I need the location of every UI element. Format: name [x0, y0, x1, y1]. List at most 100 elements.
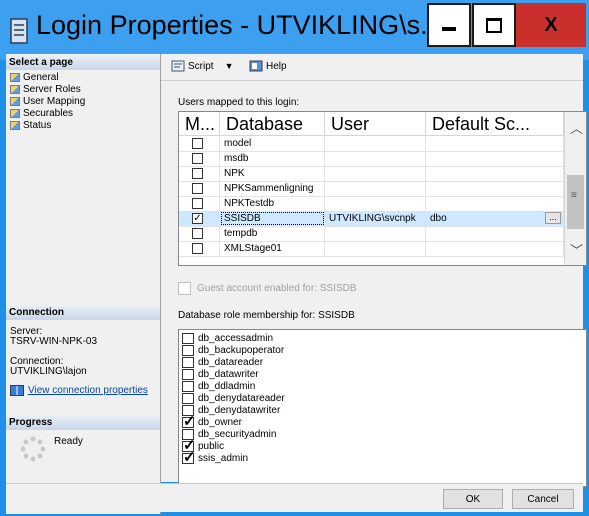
schema-ellipsis-button[interactable]: ...	[545, 212, 561, 224]
role-checkbox[interactable]: ✓	[182, 414, 196, 429]
ok-button[interactable]: OK	[443, 489, 503, 509]
default-schema-cell[interactable]	[426, 181, 564, 196]
default-schema-cell[interactable]	[426, 196, 564, 211]
progress-header: Progress	[6, 416, 160, 430]
role-item[interactable]: db_datawriter	[179, 368, 259, 380]
left-panel: Select a page General Server Roles User …	[6, 54, 161, 514]
table-row[interactable]: NPKTestdb	[179, 196, 564, 212]
vertical-scrollbar[interactable]: ︿ ≡ ﹀	[564, 112, 586, 265]
table-row[interactable]: XMLStage01	[179, 241, 564, 257]
default-schema-cell[interactable]	[426, 151, 564, 166]
help-button[interactable]: Help	[249, 60, 287, 72]
database-cell[interactable]: NPK	[220, 166, 325, 181]
scroll-down-icon[interactable]: ﹀	[570, 240, 583, 259]
role-checkbox[interactable]	[182, 392, 194, 404]
default-schema-cell[interactable]: dbo	[426, 211, 564, 226]
default-schema-cell[interactable]	[426, 241, 564, 256]
table-row[interactable]: msdb	[179, 151, 564, 167]
map-checkbox[interactable]	[192, 138, 203, 149]
users-mapped-grid[interactable]: M... Database User Default Sc... model ms…	[178, 111, 587, 266]
user-cell[interactable]	[325, 241, 426, 256]
column-header-user[interactable]: User	[325, 112, 426, 136]
database-cell[interactable]: SSISDB	[220, 211, 325, 226]
default-schema-cell[interactable]	[426, 136, 564, 151]
select-page-header: Select a page	[6, 56, 160, 70]
view-connection-link[interactable]: View connection properties	[28, 385, 148, 396]
cancel-button[interactable]: Cancel	[512, 489, 574, 509]
user-cell[interactable]: UTVIKLING\svcnpk	[325, 211, 426, 226]
database-cell[interactable]: NPKSammenligning	[220, 181, 325, 196]
script-dropdown-icon[interactable]: ▼	[225, 61, 234, 71]
role-checkbox[interactable]	[182, 356, 194, 368]
script-button[interactable]: Script ▼	[171, 60, 233, 72]
minimize-button[interactable]	[427, 3, 471, 47]
window-app-icon	[10, 18, 28, 44]
page-item-status[interactable]: Status	[10, 120, 51, 131]
map-cell	[179, 226, 220, 241]
database-cell[interactable]: tempdb	[220, 226, 325, 241]
map-checkbox[interactable]	[192, 153, 203, 164]
role-item[interactable]: db_accessadmin	[179, 332, 273, 344]
maximize-button[interactable]	[472, 3, 516, 47]
map-checkbox[interactable]: ✓	[192, 213, 203, 224]
scroll-up-icon[interactable]: ︿	[570, 118, 583, 137]
map-checkbox[interactable]	[192, 228, 203, 239]
column-header-database[interactable]: Database	[220, 112, 325, 136]
role-checkbox[interactable]	[182, 332, 194, 344]
role-item[interactable]: db_datareader	[179, 356, 263, 368]
map-cell	[179, 181, 220, 196]
default-schema-cell[interactable]	[426, 166, 564, 181]
guest-checkbox-box[interactable]	[178, 282, 191, 295]
column-header-map[interactable]: M...	[179, 112, 220, 136]
user-cell[interactable]	[325, 151, 426, 166]
map-checkbox[interactable]	[192, 168, 203, 179]
user-cell[interactable]	[325, 136, 426, 151]
database-cell[interactable]: model	[220, 136, 325, 151]
map-cell	[179, 166, 220, 181]
role-name: ssis_admin	[198, 452, 249, 464]
progress-status: Ready	[54, 436, 83, 447]
role-item[interactable]: ✓ db_owner	[179, 414, 242, 429]
page-item-general[interactable]: General	[10, 72, 59, 83]
map-checkbox[interactable]	[192, 183, 203, 194]
map-cell	[179, 196, 220, 211]
scroll-thumb[interactable]	[567, 175, 584, 229]
table-row[interactable]: ✓ SSISDB UTVIKLING\svcnpk dbo...	[179, 211, 564, 227]
title-bar[interactable]: Login Properties - UTVIKLING\s... X	[0, 0, 589, 60]
role-checkbox[interactable]	[182, 344, 194, 356]
user-cell[interactable]	[325, 226, 426, 241]
page-item-server-roles[interactable]: Server Roles	[10, 84, 81, 95]
map-checkbox[interactable]	[192, 243, 203, 254]
default-schema-cell[interactable]	[426, 226, 564, 241]
database-cell[interactable]: msdb	[220, 151, 325, 166]
database-cell[interactable]: XMLStage01	[220, 241, 325, 256]
map-checkbox[interactable]	[192, 198, 203, 209]
role-item[interactable]: ✓ ssis_admin	[179, 450, 249, 465]
user-cell[interactable]	[325, 166, 426, 181]
page-item-user-mapping[interactable]: User Mapping	[10, 96, 85, 107]
guest-account-checkbox[interactable]: Guest account enabled for: SSISDB	[178, 282, 357, 295]
role-checkbox[interactable]	[182, 368, 194, 380]
user-cell[interactable]	[325, 181, 426, 196]
main-panel: Script ▼ Help Users mapped to this login…	[161, 54, 587, 487]
table-row[interactable]: NPKSammenligning	[179, 181, 564, 197]
column-header-default-schema[interactable]: Default Sc...	[426, 112, 564, 136]
close-button[interactable]: X	[516, 3, 586, 47]
role-name: public	[198, 440, 225, 452]
page-icon	[10, 73, 20, 82]
role-item[interactable]: db_backupoperator	[179, 344, 284, 356]
table-row[interactable]: tempdb	[179, 226, 564, 242]
view-connection-properties[interactable]: View connection properties	[10, 385, 148, 396]
role-checkbox[interactable]	[182, 380, 194, 392]
table-row[interactable]: model	[179, 136, 564, 152]
role-checkbox[interactable]: ✓	[182, 450, 196, 465]
role-membership-list[interactable]: db_accessadmin db_backupoperator db_datare…	[178, 329, 587, 487]
guest-account-label: Guest account enabled for: SSISDB	[197, 283, 357, 294]
table-row[interactable]: NPK	[179, 166, 564, 182]
page-item-securables[interactable]: Securables	[10, 108, 73, 119]
role-item[interactable]: db_denydatareader	[179, 392, 285, 404]
user-cell[interactable]	[325, 196, 426, 211]
scroll-thumb-grip-icon: ≡	[571, 190, 577, 201]
database-cell[interactable]: NPKTestdb	[220, 196, 325, 211]
role-item[interactable]: db_ddladmin	[179, 380, 255, 392]
